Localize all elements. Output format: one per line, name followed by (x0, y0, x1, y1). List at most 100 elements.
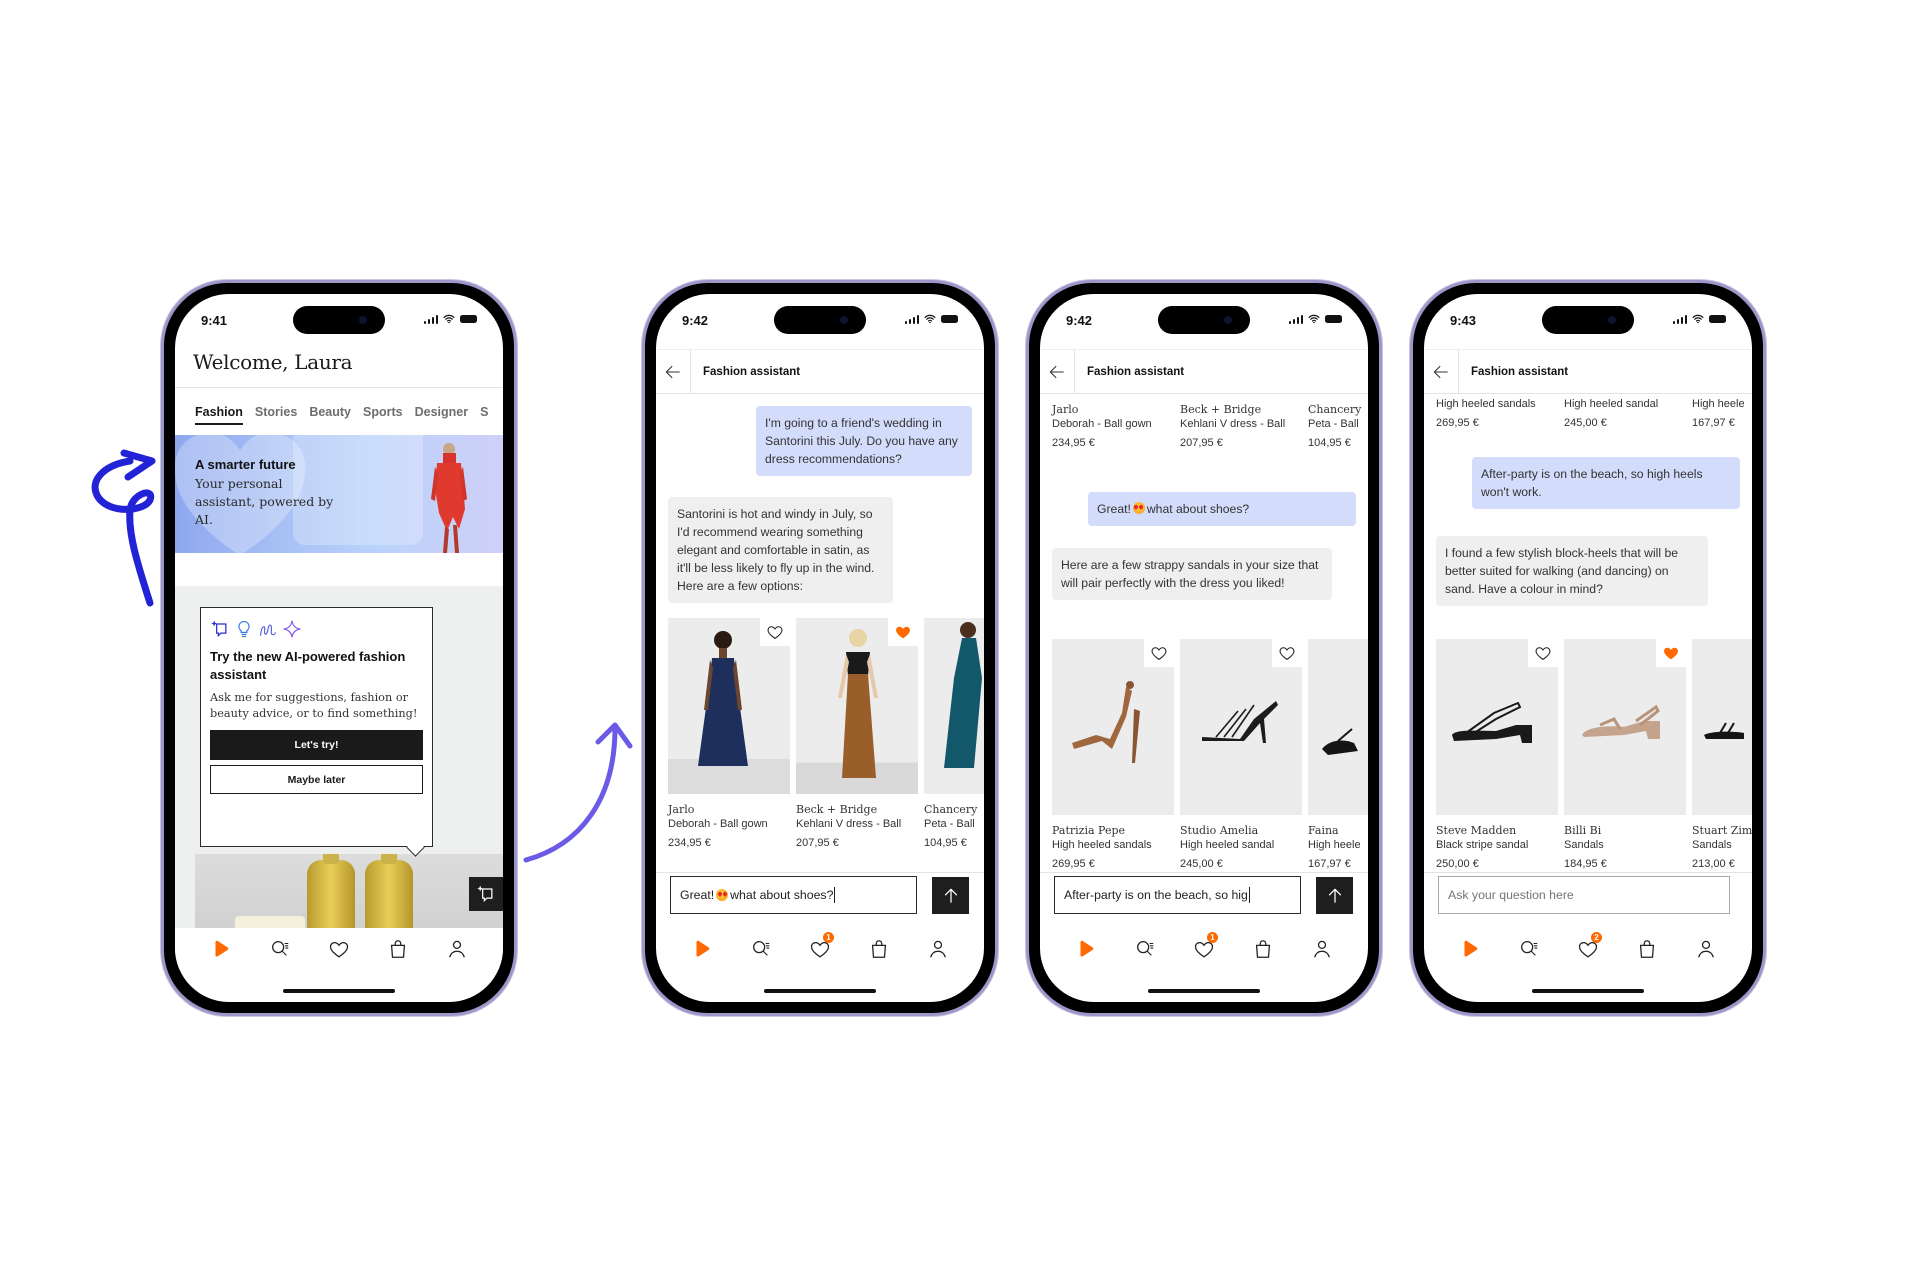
banner-title: A smarter future (195, 457, 296, 472)
send-button[interactable] (932, 877, 969, 914)
product-card[interactable]: Faina High heele 167,97 € (1308, 639, 1368, 870)
nav-profile[interactable] (1309, 936, 1335, 962)
nav-profile[interactable] (1693, 936, 1719, 962)
nav-bag[interactable] (1634, 936, 1660, 962)
nav-bag[interactable] (1250, 936, 1276, 962)
welcome-heading: Welcome, Laura (193, 350, 353, 374)
wifi-icon (1308, 314, 1320, 324)
nav-profile[interactable] (925, 936, 951, 962)
ai-banner[interactable]: A smarter future Your personal assistant… (175, 435, 503, 553)
assistant-message: I found a few stylish block-heels that w… (1436, 536, 1708, 606)
favorite-button[interactable] (888, 618, 918, 646)
bag-icon (1636, 938, 1658, 960)
nav-home[interactable] (689, 936, 715, 962)
product-carousel: Jarlo Deborah - Ball gown 234,95 € Beck … (668, 618, 984, 849)
divider (656, 872, 984, 873)
product-card[interactable]: Billi Bi Sandals 184,95 € (1564, 639, 1686, 870)
product-image (1692, 639, 1752, 815)
product-card[interactable]: High heeled sandals 269,95 € (1436, 396, 1558, 429)
nav-bag[interactable] (866, 936, 892, 962)
product-price: 167,97 € (1692, 417, 1735, 429)
product-carousel-previous: Jarlo Deborah - Ball gown 234,95 € Beck … (1052, 394, 1368, 449)
nav-home[interactable] (1457, 936, 1483, 962)
brand-play-icon (210, 938, 232, 960)
product-brand: Jarlo (1052, 403, 1079, 416)
nav-wishlist[interactable]: 1 (1191, 932, 1218, 962)
product-card[interactable]: Chancery Peta - Ball 104,95 € (924, 618, 984, 849)
product-name: High heeled sandal (1564, 398, 1659, 410)
product-card[interactable]: Steve Madden Black stripe sandal 250,00 … (1436, 639, 1558, 870)
product-card[interactable]: High heeled sandal 245,00 € (1564, 396, 1686, 429)
assistant-message: Here are a few strappy sandals in your s… (1052, 548, 1332, 600)
back-button[interactable] (1424, 350, 1459, 393)
phone-chat-shoes: 9:42 Fashion assistant Jarlo Deborah - B… (1026, 280, 1382, 1016)
nav-wishlist[interactable]: 1 (807, 932, 834, 962)
nav-search[interactable] (1132, 936, 1158, 962)
product-brand: Beck + Bridge (1180, 403, 1262, 416)
product-card[interactable]: Beck + Bridge Kehlani V dress - Ball 207… (1180, 394, 1302, 449)
heart-outline-icon (1278, 644, 1296, 662)
product-name: Peta - Ball (924, 818, 975, 830)
nav-home[interactable] (208, 936, 234, 962)
favorite-button[interactable] (760, 618, 790, 646)
product-price: 269,95 € (1436, 417, 1479, 429)
status-time: 9:43 (1450, 313, 1477, 328)
home-indicator (1148, 989, 1260, 993)
product-card[interactable]: Jarlo Deborah - Ball gown 234,95 € (668, 618, 790, 849)
product-card[interactable]: Stuart Zim Sandals 213,00 € (1692, 639, 1752, 870)
nav-search[interactable] (748, 936, 774, 962)
dynamic-island (774, 306, 866, 334)
nav-home[interactable] (1073, 936, 1099, 962)
nav-profile[interactable] (444, 936, 470, 962)
favorite-button[interactable] (1528, 639, 1558, 667)
nav-search[interactable] (267, 936, 293, 962)
chat-body: Jarlo Deborah - Ball gown 234,95 € Beck … (1040, 394, 1368, 872)
back-button[interactable] (1040, 350, 1075, 393)
chat-input[interactable]: After-party is on the beach, so hig (1054, 876, 1301, 914)
chat-input[interactable] (1438, 876, 1730, 914)
wifi-icon (924, 314, 936, 324)
tab-designer[interactable]: Designer (415, 405, 469, 425)
nav-bag[interactable] (385, 936, 411, 962)
wifi-icon (443, 314, 455, 324)
arrow-up-icon (941, 886, 961, 906)
favorite-button[interactable] (1272, 639, 1302, 667)
product-price: 234,95 € (1052, 437, 1095, 449)
product-card[interactable]: Patrizia Pepe High heeled sandals 269,95… (1052, 639, 1174, 870)
heart-eyes-emoji (1132, 502, 1145, 514)
battery-icon (941, 315, 958, 323)
lets-try-button[interactable]: Let's try! (210, 730, 423, 760)
sparkle-chat-icon (210, 619, 230, 639)
product-card[interactable]: Studio Amelia High heeled sandal 245,00 … (1180, 639, 1302, 870)
tab-fashion[interactable]: Fashion (195, 405, 243, 425)
chat-title: Fashion assistant (1471, 365, 1569, 378)
product-brand: Jarlo (668, 803, 695, 816)
nav-search[interactable] (1516, 936, 1542, 962)
assistant-fab-button[interactable] (469, 877, 503, 911)
favorite-button[interactable] (1656, 639, 1686, 667)
chat-input[interactable]: Great! what about shoes? (670, 876, 917, 914)
nav-wishlist[interactable]: 2 (1575, 932, 1602, 962)
chat-body: I'm going to a friend's wedding in Santo… (656, 394, 984, 872)
curly-arrow-decoration (91, 449, 156, 607)
popover-title: Try the new AI-powered fashion assistant (210, 649, 406, 682)
tab-stories[interactable]: Stories (255, 405, 297, 425)
tab-beauty[interactable]: Beauty (309, 405, 351, 425)
product-card[interactable]: Chancery Peta - Ball 104,95 € (1308, 394, 1368, 449)
product-card[interactable]: Beck + Bridge Kehlani V dress - Ball 207… (796, 618, 918, 849)
back-arrow-icon (1431, 362, 1451, 382)
product-card[interactable]: High heele 167,97 € (1692, 396, 1752, 429)
tab-sports[interactable]: Sports (363, 405, 403, 425)
product-price: 213,00 € (1692, 858, 1735, 870)
ai-assistant-popover: Try the new AI-powered fashion assistant… (200, 607, 433, 847)
back-button[interactable] (656, 350, 691, 393)
nav-wishlist[interactable] (326, 936, 352, 962)
send-button[interactable] (1316, 877, 1353, 914)
tab-more[interactable]: S (480, 405, 488, 425)
maybe-later-button[interactable]: Maybe later (210, 765, 423, 794)
heart-outline-icon (1534, 644, 1552, 662)
status-time: 9:42 (682, 313, 709, 328)
product-card[interactable]: Jarlo Deborah - Ball gown 234,95 € (1052, 394, 1174, 449)
status-icons (423, 314, 477, 324)
favorite-button[interactable] (1144, 639, 1174, 667)
